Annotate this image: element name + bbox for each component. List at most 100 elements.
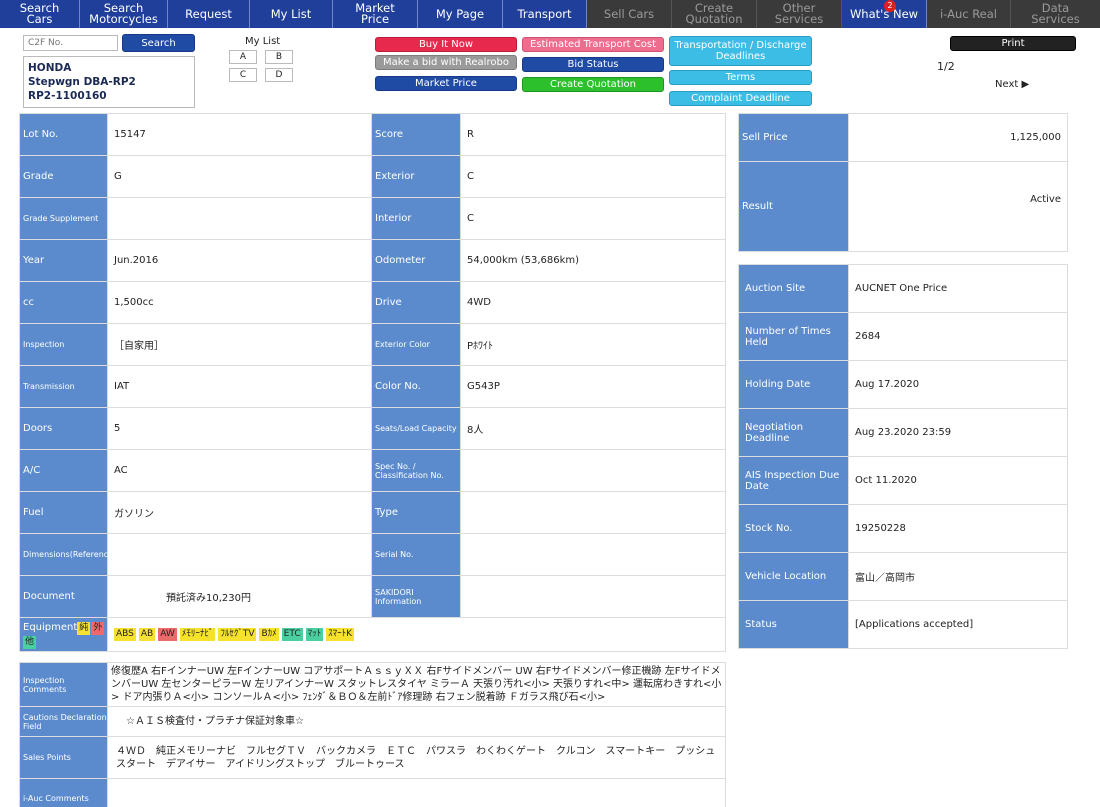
spec-row: Dimensions(Reference) Serial No. [19, 533, 726, 576]
price-panel: Sell Price 1,125,000 Result Active [738, 113, 1068, 252]
equipment-tag: ﾏｯﾄ [305, 628, 324, 641]
spec-value [107, 197, 372, 240]
spec-value: AC [107, 449, 372, 492]
equipment-tag: AW [158, 628, 177, 641]
spec-label: Score [371, 113, 461, 156]
comment-label: Cautions Declaration Field [19, 706, 108, 737]
auction-value: AUCNET One Price [848, 264, 1068, 313]
spec-label: Grade [19, 155, 108, 198]
bid-status-button[interactable]: Bid Status [522, 57, 664, 72]
nav-sell-cars[interactable]: Sell Cars [587, 0, 672, 28]
spec-label: Serial No. [371, 533, 461, 576]
complaint-deadline-button[interactable]: Complaint Deadline [669, 91, 812, 106]
equipment-label: Equipment [23, 621, 78, 633]
spec-label: Exterior Color [371, 323, 461, 366]
buy-it-now-button[interactable]: Buy It Now [375, 37, 517, 52]
spec-value: C [460, 155, 726, 198]
nav-transport[interactable]: Transport [503, 0, 587, 28]
mylist-a-button[interactable]: A [229, 50, 257, 64]
nav-other-services[interactable]: Other Services [757, 0, 842, 28]
comment-value [107, 778, 726, 807]
spec-value: IAT [107, 365, 372, 408]
comment-value: 修復歴A 右FインナーUW 左FインナーUW コアサポートＡｓｓｙＸＸ 右Fサイ… [107, 662, 726, 707]
c2f-search-input[interactable] [23, 35, 118, 51]
mylist-c-button[interactable]: C [229, 68, 257, 82]
vehicle-model: Stepwgn DBA-RP2 [28, 76, 136, 88]
next-arrow-icon: ▶ [1021, 79, 1030, 90]
spec-value: 54,000km (53,686km) [460, 239, 726, 282]
nav-my-list[interactable]: My List [250, 0, 333, 28]
transport-deadlines-button[interactable]: Transportation / Discharge Deadlines [669, 36, 812, 66]
nav-search-motorcycles[interactable]: Search Motorcycles [80, 0, 168, 28]
comment-row: Sales Points ４ＷＤ 純正メモリーナビ フルセグＴＶ バックカメラ Ｅ… [19, 736, 726, 779]
mylist-b-button[interactable]: B [265, 50, 293, 64]
spec-value: ガソリン [107, 491, 372, 534]
spec-value: 預託済み10,230円 [107, 575, 372, 618]
nav-search-cars[interactable]: Search Cars [0, 0, 80, 28]
nav-my-page[interactable]: My Page [418, 0, 503, 28]
equipment-tag: Bｶﾒ [259, 628, 279, 641]
equipment-tag: AB [138, 628, 156, 641]
vehicle-make: HONDA [28, 62, 72, 74]
mylist-d-button[interactable]: D [265, 68, 293, 82]
spec-value: Jun.2016 [107, 239, 372, 282]
equipment-tag: ｽﾏｰﾄK [326, 628, 355, 641]
spec-label: Dimensions(Reference) [19, 533, 116, 576]
spec-label: Grade Supplement [19, 197, 108, 240]
create-quotation-button[interactable]: Create Quotation [522, 77, 664, 92]
auction-value: 19250228 [848, 504, 1068, 553]
spec-label: Document [19, 575, 108, 618]
comments-table: Inspection Comments 修復歴A 右FインナーUW 左FインナーU… [19, 662, 726, 807]
auction-row: Holding Date Aug 17.2020 [738, 360, 1068, 409]
auction-label: Negotiation Deadline [738, 408, 849, 457]
spec-label: Exterior [371, 155, 461, 198]
notification-badge: 2 [884, 0, 896, 12]
nav-market-price[interactable]: Market Price [333, 0, 418, 28]
auction-value: 2684 [848, 312, 1068, 361]
status-link[interactable]: [Applications accepted] [848, 600, 1068, 649]
spec-value [460, 575, 726, 618]
spec-label: Color No. [371, 365, 461, 408]
spec-label: Inspection [19, 323, 108, 366]
spec-value [460, 491, 726, 534]
spec-value [460, 449, 726, 492]
comment-label: Inspection Comments [19, 662, 108, 707]
nav-data-services[interactable]: Data Services [1011, 0, 1100, 28]
spec-label: SAKIDORI Information [371, 575, 461, 618]
spec-label: Seats/Load Capacity [371, 407, 461, 450]
realrobo-bid-button[interactable]: Make a bid with Realrobo [375, 55, 517, 70]
spec-value [107, 533, 372, 576]
spec-row: Year Jun.2016 Odometer 54,000km (53,686km) [19, 239, 726, 282]
equipment-tag: ABS [114, 628, 136, 641]
spec-label: Interior [371, 197, 461, 240]
spec-label: Fuel [19, 491, 108, 534]
spec-value: G543P [460, 365, 726, 408]
nav-i-auc-real[interactable]: i-Auc Real [927, 0, 1011, 28]
equipment-label-cell: Equipment 純外他 [19, 617, 108, 652]
equipment-tags: ABS AB AW ﾒﾓﾘｰﾅﾋﾞ ﾌﾙｾｸﾞTV Bｶﾒ ETC ﾏｯﾄ ｽﾏｰﾄK [107, 617, 726, 652]
auction-label: Status [738, 600, 849, 649]
print-button[interactable]: Print [950, 36, 1076, 51]
equipment-row: Equipment 純外他 ABS AB AW ﾒﾓﾘｰﾅﾋﾞ ﾌﾙｾｸﾞTV Bｶﾒ ETC… [19, 617, 726, 652]
nav-create-quotation[interactable]: Create Quotation [672, 0, 757, 28]
auction-row: Number of Times Held 2684 [738, 312, 1068, 361]
vehicle-code: RP2-1100160 [28, 90, 107, 102]
spec-label: Type [371, 491, 461, 534]
auction-label: Auction Site [738, 264, 849, 313]
search-button[interactable]: Search [122, 34, 195, 52]
estimated-transport-button[interactable]: Estimated Transport Cost [522, 37, 664, 52]
nav-request[interactable]: Request [168, 0, 250, 28]
auction-label: Stock No. [738, 504, 849, 553]
next-link[interactable]: Next ▶ [995, 79, 1029, 90]
equipment-tag: ﾌﾙｾｸﾞTV [218, 628, 257, 641]
comment-label: i-Auc Comments [19, 778, 108, 807]
market-price-button[interactable]: Market Price [375, 76, 517, 91]
auction-value: Aug 23.2020 23:59 [848, 408, 1068, 457]
spec-value: ［自家用］ [107, 323, 372, 366]
spec-value: R [460, 113, 726, 156]
comment-row: Cautions Declaration Field ☆ＡＩＳ検査付・プラチナ保証… [19, 706, 726, 737]
auction-row: Stock No. 19250228 [738, 504, 1068, 553]
mylist-title: My List [245, 36, 281, 47]
nav-whats-new[interactable]: What's New 2 [842, 0, 927, 28]
terms-button[interactable]: Terms [669, 70, 812, 85]
